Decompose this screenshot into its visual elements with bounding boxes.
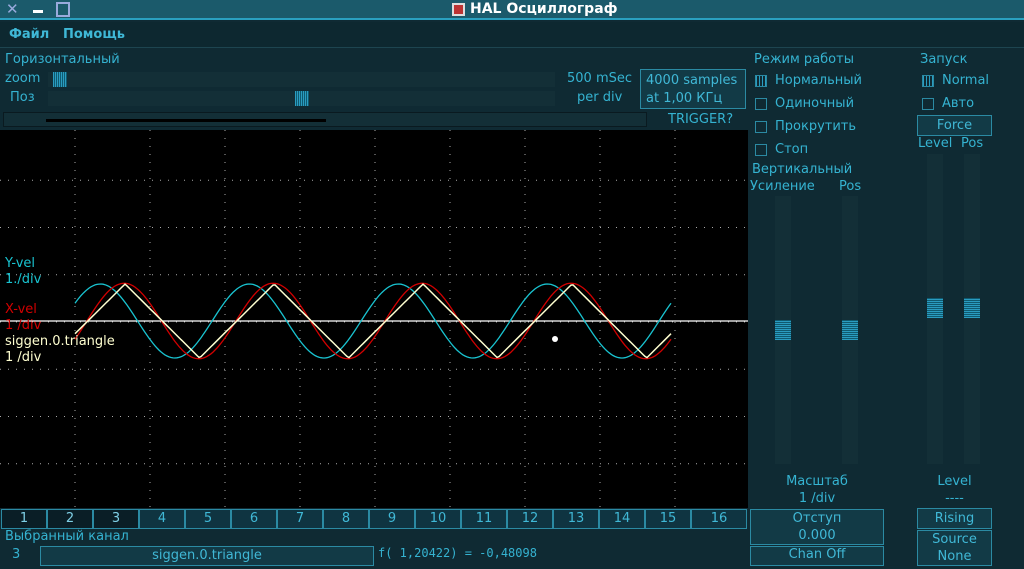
mode-label: Режим работы (754, 52, 854, 67)
trigger-level-label: Level (918, 136, 953, 151)
channel-button-2[interactable]: 2 (47, 509, 93, 529)
channel-button-8[interactable]: 8 (323, 509, 369, 529)
per-div-label: per div (577, 90, 623, 105)
menu-bar: Файл Помощь (0, 22, 1024, 48)
channel-button-3[interactable]: 3 (93, 509, 139, 529)
horizontal-label: Горизонтальный (5, 52, 120, 67)
trigger-edge-button[interactable]: Rising (917, 508, 992, 529)
selected-channel-label: Выбранный канал (5, 529, 129, 544)
trace-label-triangle: siggen.0.triangle (5, 334, 115, 349)
scale-label: Масштаб (786, 474, 848, 489)
record-bar (3, 112, 647, 127)
gain-slider[interactable] (775, 196, 791, 464)
vertical-label: Вертикальный (752, 162, 853, 177)
gain-label: Усиление (750, 179, 815, 194)
offset-button[interactable]: Отступ 0.000 (750, 509, 884, 545)
cursor-readout: f( 1,20422) = -0,48098 (378, 546, 537, 560)
radio-indicator (755, 98, 767, 110)
scale-value: 1 /div (798, 491, 836, 506)
app-icon (452, 3, 465, 16)
minimize-icon[interactable] (33, 10, 43, 13)
channel-button-1[interactable]: 1 (1, 509, 47, 529)
channel-button-11[interactable]: 11 (461, 509, 507, 529)
sample-info: 4000 samples at 1,00 КГц (640, 69, 746, 109)
menu-file[interactable]: Файл (9, 27, 49, 42)
selected-channel-number: 3 (12, 547, 21, 562)
scope-display[interactable] (0, 130, 748, 508)
channel-button-15[interactable]: 15 (645, 509, 691, 529)
trace-label-yvel: Y-vel (5, 256, 36, 271)
radio-indicator (922, 75, 934, 87)
channel-button-10[interactable]: 10 (415, 509, 461, 529)
pos-label: Поз (10, 90, 35, 105)
trigger-level-title: Level (937, 474, 972, 489)
channel-button-9[interactable]: 9 (369, 509, 415, 529)
selected-channel-name[interactable]: siggen.0.triangle (40, 546, 374, 566)
menu-help[interactable]: Помощь (63, 27, 125, 42)
trigger-level-slider[interactable] (927, 154, 943, 464)
radio-indicator (755, 121, 767, 133)
time-per-div: 500 mSec (567, 71, 633, 86)
trace-scale-triangle: 1 /div (5, 350, 42, 365)
channel-button-7[interactable]: 7 (277, 509, 323, 529)
channel-button-4[interactable]: 4 (139, 509, 185, 529)
vpos-label: Pos (839, 179, 862, 194)
channel-button-12[interactable]: 12 (507, 509, 553, 529)
zoom-label: zoom (5, 71, 41, 86)
trigger-label: Запуск (920, 52, 968, 67)
channel-button-13[interactable]: 13 (553, 509, 599, 529)
trigger-level-value: ---- (945, 491, 964, 506)
zoom-slider[interactable] (48, 72, 555, 87)
trace-label-xvel: X-vel (5, 302, 37, 317)
radio-indicator (922, 98, 934, 110)
title-bar: ✕ HAL Осциллограф (0, 0, 1024, 20)
maximize-icon[interactable] (56, 2, 70, 17)
channel-button-16[interactable]: 16 (691, 509, 747, 529)
window-title: HAL Осциллограф (470, 1, 618, 17)
trigger-pos-label: Pos (961, 136, 984, 151)
force-button[interactable]: Force (917, 115, 992, 136)
radio-indicator (755, 75, 767, 87)
vpos-slider[interactable] (842, 196, 858, 464)
channel-button-6[interactable]: 6 (231, 509, 277, 529)
pos-slider[interactable] (48, 91, 555, 106)
channel-button-14[interactable]: 14 (599, 509, 645, 529)
chan-off-button[interactable]: Chan Off (750, 546, 884, 566)
trace-scale-xvel: 1 /div (5, 318, 42, 333)
cursor-point (552, 336, 558, 342)
channel-button-5[interactable]: 5 (185, 509, 231, 529)
radio-indicator (755, 144, 767, 156)
trigger-status: TRIGGER? (668, 112, 734, 127)
close-icon[interactable]: ✕ (6, 0, 19, 18)
trace-scale-yvel: 1./div (5, 272, 42, 287)
trigger-source-button[interactable]: Source None (917, 530, 992, 566)
trigger-pos-slider[interactable] (964, 154, 980, 464)
